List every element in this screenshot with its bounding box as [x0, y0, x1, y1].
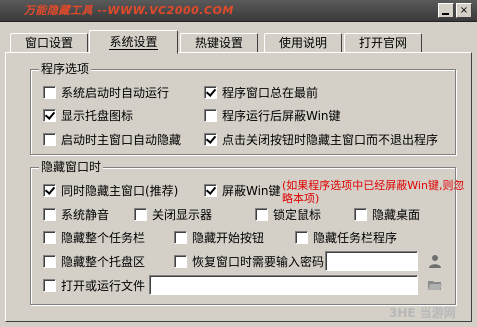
checkbox-box[interactable]	[204, 133, 217, 146]
checkbox-show-tray-icon[interactable]: 显示托盘图标	[43, 108, 133, 124]
checkbox-always-on-top[interactable]: 程序窗口总在最前	[204, 85, 318, 101]
tab-label: 打开官网	[358, 36, 407, 50]
checkbox-label: 恢复窗口时需要输入密码	[192, 255, 325, 269]
window-title: 万能隐藏工具 --WWW.VC2000.COM	[24, 4, 234, 17]
tab-system-settings[interactable]: 系统设置	[89, 30, 178, 54]
checkbox-box[interactable]	[255, 208, 268, 221]
password-input[interactable]	[325, 251, 418, 271]
tab-label: 热键设置	[194, 36, 243, 50]
checkbox-hide-taskbar[interactable]: 隐藏整个任务栏	[43, 230, 145, 246]
checkbox-hide-start-button[interactable]: 隐藏开始按钮	[174, 230, 264, 246]
checkbox-label: 系统启动时自动运行	[61, 86, 170, 100]
tab-label: 使用说明	[278, 36, 327, 50]
checkbox-hide-block-win[interactable]: 屏蔽Win键	[204, 183, 281, 199]
site-watermark: 3HE 当游网	[389, 306, 456, 320]
checkbox-label: 隐藏开始按钮	[192, 231, 265, 245]
checkbox-box[interactable]	[43, 109, 56, 122]
checkbox-restore-password[interactable]: 恢复窗口时需要输入密码	[174, 254, 324, 270]
checkbox-label: 启动时主窗口自动隐藏	[61, 133, 182, 147]
checkbox-box[interactable]	[354, 208, 367, 221]
checkbox-monitor-off[interactable]: 关闭显示器	[134, 207, 212, 223]
tab-help[interactable]: 使用说明	[264, 33, 342, 53]
checkbox-label: 显示托盘图标	[61, 109, 134, 123]
checkbox-hide-main-window[interactable]: 同时隐藏主窗口(推荐)	[43, 183, 178, 199]
tab-label: 系统设置	[109, 35, 158, 50]
checkbox-box[interactable]	[43, 208, 56, 221]
checkbox-lock-mouse[interactable]: 锁定鼠标	[255, 207, 321, 223]
checkbox-box[interactable]	[43, 255, 56, 268]
checkbox-block-win-key[interactable]: 程序运行后屏蔽Win键	[204, 108, 341, 124]
checkbox-label: 打开或运行文件	[61, 279, 146, 293]
checkbox-box[interactable]	[204, 109, 217, 122]
checkbox-label: 程序窗口总在最前	[222, 86, 319, 100]
checkbox-box[interactable]	[43, 231, 56, 244]
checkbox-box[interactable]	[174, 255, 187, 268]
tab-label: 窗口设置	[24, 36, 73, 50]
checkbox-label: 同时隐藏主窗口(推荐)	[61, 184, 179, 198]
minimize-button[interactable]	[438, 3, 454, 18]
checkbox-label: 隐藏桌面	[372, 208, 421, 222]
win-key-note: (如果程序选项中已经屏蔽Win键,则忽略本项)	[282, 179, 465, 205]
title-bar: 万能隐藏工具 --WWW.VC2000.COM ×	[0, 0, 477, 22]
checkbox-label: 隐藏整个托盘区	[61, 255, 146, 269]
checkbox-label: 系统静音	[61, 208, 110, 222]
checkbox-label: 锁定鼠标	[273, 208, 322, 222]
checkbox-open-file[interactable]: 打开或运行文件	[43, 278, 145, 294]
checkbox-label: 隐藏任务栏程序	[313, 231, 398, 245]
checkbox-label: 屏蔽Win键	[222, 184, 281, 198]
tab-window-settings[interactable]: 窗口设置	[10, 33, 88, 53]
group-title: 隐藏窗口时	[39, 160, 104, 174]
tab-hotkey-settings[interactable]: 热键设置	[180, 33, 258, 53]
checkbox-box[interactable]	[204, 86, 217, 99]
checkbox-box[interactable]	[43, 184, 56, 197]
checkbox-mute[interactable]: 系统静音	[43, 207, 109, 223]
checkbox-box[interactable]	[43, 133, 56, 146]
checkbox-close-to-hide[interactable]: 点击关闭按钮时隐藏主窗口而不退出程序	[204, 132, 438, 148]
checkbox-label: 点击关闭按钮时隐藏主窗口而不退出程序	[222, 133, 439, 147]
checkbox-label: 程序运行后屏蔽Win键	[222, 109, 341, 123]
checkbox-hide-on-start[interactable]: 启动时主窗口自动隐藏	[43, 132, 181, 148]
checkbox-label: 关闭显示器	[152, 208, 213, 222]
checkbox-autostart[interactable]: 系统启动时自动运行	[43, 85, 169, 101]
checkbox-box[interactable]	[43, 86, 56, 99]
user-icon[interactable]	[427, 253, 443, 269]
checkbox-hide-taskbar-programs[interactable]: 隐藏任务栏程序	[295, 230, 397, 246]
settings-panel: 程序选项 系统启动时自动运行 程序窗口总在最前 显示托盘图标 程序运行后屏蔽Wi…	[5, 52, 472, 322]
checkbox-box[interactable]	[295, 231, 308, 244]
group-title: 程序选项	[39, 62, 92, 76]
checkbox-box[interactable]	[174, 231, 187, 244]
checkbox-box[interactable]	[204, 184, 217, 197]
checkbox-hide-desktop[interactable]: 隐藏桌面	[354, 207, 420, 223]
checkbox-hide-tray[interactable]: 隐藏整个托盘区	[43, 254, 145, 270]
checkbox-box[interactable]	[134, 208, 147, 221]
file-path-input[interactable]	[149, 275, 418, 295]
checkbox-box[interactable]	[43, 279, 56, 292]
checkbox-label: 隐藏整个任务栏	[61, 231, 146, 245]
close-button[interactable]: ×	[456, 3, 472, 18]
tab-official-site[interactable]: 打开官网	[344, 33, 422, 53]
folder-open-icon[interactable]	[427, 277, 443, 293]
